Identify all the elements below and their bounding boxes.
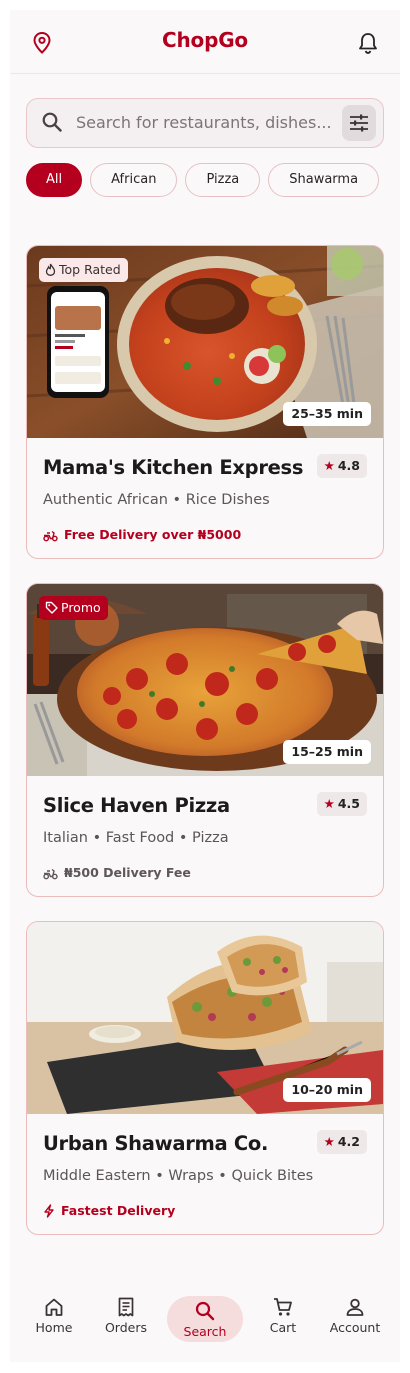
restaurant-tags: Middle Eastern • Wraps • Quick Bites (43, 1168, 314, 1184)
chip-pizza[interactable]: Pizza (185, 163, 261, 197)
nav-orders-label: Orders (104, 1320, 148, 1335)
nav-cart-label: Cart (269, 1320, 297, 1335)
nav-orders[interactable]: Orders (88, 1296, 164, 1342)
restaurant-card[interactable]: Promo 15–25 min Slice Haven Pizza ★ 4.5 I… (26, 583, 384, 897)
nav-home-label: Home (35, 1320, 73, 1335)
restaurant-tags: Italian • Fast Food • Pizza (43, 830, 229, 846)
bolt-icon (44, 1204, 54, 1218)
delivery-text: Fastest Delivery (61, 1203, 176, 1218)
rating-badge: ★ 4.5 (316, 792, 367, 816)
star-icon: ★ (323, 1134, 335, 1149)
star-icon: ★ (323, 458, 335, 473)
nav-home[interactable]: Home (16, 1296, 92, 1342)
filter-button[interactable] (342, 105, 376, 141)
rating-value: 4.8 (337, 458, 360, 473)
restaurant-name: Urban Shawarma Co. (43, 1132, 269, 1155)
top-rated-badge: Top Rated (39, 258, 128, 282)
category-chips: All African Pizza Shawarma (26, 163, 400, 197)
delivery-time-badge: 25–35 min (283, 402, 371, 426)
restaurant-name: Slice Haven Pizza (43, 794, 230, 817)
bottom-navigation: Home Orders Search Cart Account (10, 1280, 400, 1362)
chip-all[interactable]: All (26, 163, 83, 197)
chip-shawarma[interactable]: Shawarma (268, 163, 380, 197)
search-bar[interactable]: Search for restaurants, dishes... (26, 98, 384, 148)
badge-label: Promo (61, 600, 101, 615)
promo-badge: Promo (39, 596, 108, 620)
scooter-icon (43, 868, 58, 880)
delivery-info: Fastest Delivery (43, 1203, 175, 1218)
restaurant-name: Mama's Kitchen Express (43, 456, 304, 479)
chip-african[interactable]: African (90, 163, 178, 197)
badge-label: Top Rated (59, 262, 121, 277)
delivery-time-badge: 15–25 min (283, 740, 371, 764)
app-title: ChopGo (162, 28, 248, 52)
restaurant-card[interactable]: 10–20 min Urban Shawarma Co. ★ 4.2 Middle… (26, 921, 384, 1235)
home-icon (45, 1298, 63, 1316)
receipt-icon (118, 1297, 134, 1317)
delivery-time-badge: 10–20 min (283, 1078, 371, 1102)
top-bar: ChopGo (10, 10, 400, 74)
flame-icon (45, 263, 56, 276)
nav-account-label: Account (329, 1320, 381, 1335)
app-screen: ChopGo Search for restaurants, dishes...… (10, 10, 400, 1362)
delivery-text: ₦500 Delivery Fee (64, 865, 191, 880)
scooter-icon (43, 530, 58, 542)
tag-icon (45, 601, 58, 614)
rating-badge: ★ 4.8 (316, 454, 367, 478)
person-icon (346, 1298, 364, 1316)
nav-account[interactable]: Account (317, 1296, 393, 1342)
rating-value: 4.5 (337, 796, 360, 811)
delivery-info: Free Delivery over ₦5000 (43, 527, 241, 542)
restaurant-card[interactable]: Top Rated 25–35 min Mama's Kitchen Expre… (26, 245, 384, 559)
nav-search[interactable]: Search (167, 1296, 243, 1342)
star-icon: ★ (323, 796, 335, 811)
search-icon (42, 112, 62, 132)
delivery-text: Free Delivery over ₦5000 (64, 527, 242, 542)
nav-cart[interactable]: Cart (245, 1296, 321, 1342)
search-icon (195, 1301, 215, 1321)
sliders-icon (350, 114, 368, 132)
cart-icon (274, 1298, 292, 1316)
nav-search-label: Search (183, 1324, 227, 1339)
rating-value: 4.2 (337, 1134, 360, 1149)
rating-badge: ★ 4.2 (316, 1130, 367, 1154)
notification-bell-icon[interactable] (357, 31, 379, 55)
delivery-info: ₦500 Delivery Fee (43, 865, 191, 880)
restaurant-tags: Authentic African • Rice Dishes (43, 492, 270, 508)
search-input[interactable]: Search for restaurants, dishes... (76, 113, 332, 132)
